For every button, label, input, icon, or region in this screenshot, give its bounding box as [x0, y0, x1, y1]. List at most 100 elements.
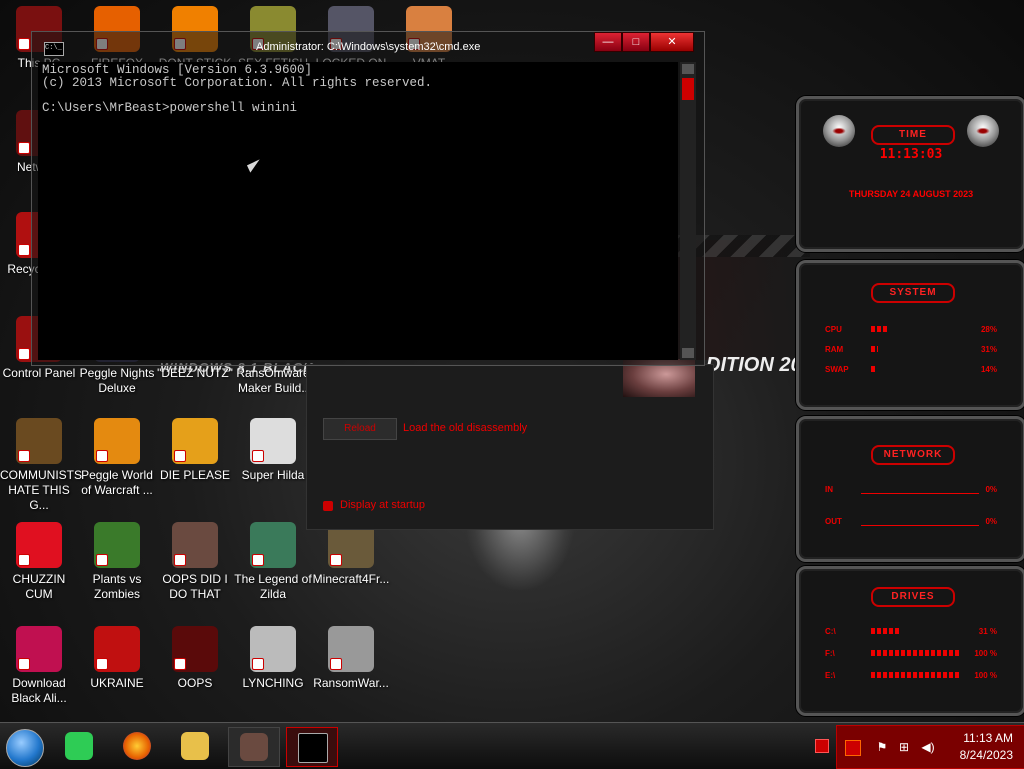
shortcut-arrow-icon [18, 244, 30, 256]
reload-button[interactable]: Reload [323, 418, 397, 440]
drives-row-label: F:\ [825, 649, 835, 658]
flag-icon[interactable]: ⚑ [875, 740, 889, 754]
cmd-console[interactable]: Microsoft Windows [Version 6.3.9600] (c) … [38, 62, 678, 360]
network-icon[interactable]: ⊞ [897, 740, 911, 754]
network-row-label: OUT [825, 517, 842, 526]
system-row-label: RAM [825, 345, 844, 354]
minimize-button[interactable]: — [594, 32, 622, 52]
network-row-value: 0% [985, 485, 997, 494]
desktop-icon-ransomware[interactable]: RansomWar... [312, 626, 390, 691]
drives-row-value: 100 % [974, 649, 997, 658]
display-at-startup-checkbox[interactable] [323, 501, 333, 511]
oops-icon [172, 626, 218, 672]
desktop-icon-label: The Legend of Zilda [234, 572, 312, 601]
desktop-icon-super-hilda[interactable]: Super Hilda [234, 418, 312, 483]
show-hidden-icons-icon[interactable] [815, 739, 829, 753]
desktop-icon-peggle-world[interactable]: Peggle World of Warcraft ... [78, 418, 156, 498]
desktop-icon-oops[interactable]: OOPS [156, 626, 234, 691]
desktop-icon-plants-vs-zombies[interactable]: Plants vs Zombies [78, 522, 156, 602]
desktop-icon-label: RansomWar... [313, 676, 389, 690]
console-line: C:\Users\MrBeast>powershell winini [42, 100, 298, 115]
taskbar-file-explorer[interactable] [170, 727, 220, 765]
desktop-icon-legend-of-zilda[interactable]: The Legend of Zilda [234, 522, 312, 602]
terminal-icon: C:\_ [44, 42, 64, 56]
system-row-value: 14% [980, 365, 997, 374]
drives-row-value: 100 % [974, 671, 997, 680]
app-tray-icon[interactable] [845, 740, 861, 756]
close-button[interactable]: ✕ [650, 32, 694, 52]
shortcut-arrow-icon [330, 658, 342, 670]
system-gadget[interactable]: SYSTEM CPU 28% RAM 31% SWAP 14% [796, 260, 1024, 410]
drives-row-value: 31 % [978, 627, 997, 636]
shortcut-arrow-icon [96, 554, 108, 566]
download-black-ali-icon [16, 626, 62, 672]
desktop-icon-label: Download Black Ali... [11, 676, 67, 705]
feedback-icon [65, 732, 93, 760]
desktop-icon-communists[interactable]: COMMUNISTS HATE THIS G... [0, 418, 82, 513]
volume-icon[interactable]: ◀) [921, 740, 935, 754]
taskbar-feedback-hub[interactable] [54, 727, 104, 765]
desktop-icon-download-black-ali[interactable]: Download Black Ali... [0, 626, 78, 706]
drives-row-bar [871, 650, 961, 656]
desktop-icon-lynching[interactable]: LYNCHING [234, 626, 312, 691]
scroll-down-arrow-icon[interactable] [682, 348, 694, 358]
network-row-graph [861, 481, 979, 494]
background-dialog: Reload Load the old disassembly Display … [306, 359, 714, 530]
start-orb-icon[interactable] [6, 729, 44, 767]
shortcut-arrow-icon [330, 554, 342, 566]
desktop-icon-minecraft[interactable]: Minecraft4Fr... [312, 522, 390, 587]
desktop-icon-ukraine[interactable]: UKRAINE [78, 626, 156, 691]
clock-time: 11:13 AM [963, 731, 1013, 745]
taskbar-photo-app[interactable] [228, 727, 280, 767]
die-please-icon [172, 418, 218, 464]
system-row-value: 28% [980, 325, 997, 334]
drives-row-label: C:\ [825, 627, 836, 636]
communists-icon [16, 418, 62, 464]
terminal-icon [298, 733, 328, 763]
scroll-up-arrow-icon[interactable] [682, 64, 694, 74]
desktop-icon-label: COMMUNISTS HATE THIS G... [0, 468, 82, 512]
desktop-icon-die-please[interactable]: DIE PLEASE [156, 418, 234, 483]
system-row-value: 31% [980, 345, 997, 354]
scroll-thumb[interactable] [682, 78, 694, 100]
system-row-bar [871, 346, 878, 352]
desktop-icon-chuzzin-cum[interactable]: CHUZZIN CUM [0, 522, 78, 602]
taskbar-firefox[interactable] [112, 727, 162, 765]
desktop-icon-label: Peggle Nights Deluxe [79, 366, 155, 395]
desktop-icon-label: UKRAINE [90, 676, 144, 690]
desktop-icon-label: RansOmware Maker Build.. [236, 366, 310, 395]
shortcut-arrow-icon [18, 38, 30, 50]
drives-row-label: E:\ [825, 671, 836, 680]
desktop-icon-label: CHUZZIN CUM [12, 572, 66, 601]
system-gadget-header: SYSTEM [871, 283, 955, 303]
shortcut-arrow-icon [174, 450, 186, 462]
desktop-icon-label: Super Hilda [241, 468, 305, 482]
drives-gadget[interactable]: DRIVES C:\ 31 % F:\ 100 % E:\ 100 % [796, 566, 1024, 716]
time-gadget[interactable]: TIME 11:13:03 THURSDAY 24 AUGUST 2023 [796, 96, 1024, 252]
desktop-icon-oops-did-i[interactable]: OOPS DID I DO THAT [156, 522, 234, 602]
ransomware-icon [328, 626, 374, 672]
taskbar-clock[interactable]: 11:13 AM 8/24/2023 [960, 730, 1013, 764]
cmd-window[interactable]: C:\_ Administrator: C:\Windows\system32\… [31, 31, 705, 366]
ukraine-icon [94, 626, 140, 672]
load-old-disassembly-link[interactable]: Load the old disassembly [403, 422, 527, 434]
shortcut-arrow-icon [96, 450, 108, 462]
folder-icon [181, 732, 209, 760]
taskbar: ⚑ ⊞ ◀) 11:13 AM 8/24/2023 [0, 722, 1024, 769]
cmd-scrollbar[interactable] [680, 62, 696, 360]
shortcut-arrow-icon [252, 554, 264, 566]
peggle-world-icon [94, 418, 140, 464]
plants-vs-zombies-icon [94, 522, 140, 568]
console-line: Microsoft Windows [Version 6.3.9600] [42, 63, 313, 77]
gadget-clock-date: THURSDAY 24 AUGUST 2023 [848, 189, 974, 199]
taskbar-cmd[interactable] [286, 727, 338, 767]
desktop-icon-label: "DEEZ NUTZ" [157, 366, 233, 380]
cmd-title-bar[interactable]: C:\_ Administrator: C:\Windows\system32\… [32, 32, 704, 60]
wallpaper-edition-text: DITION 20 [706, 354, 802, 376]
maximize-button[interactable]: □ [622, 32, 650, 52]
super-hilda-icon [250, 418, 296, 464]
system-row-bar [871, 326, 887, 332]
desktop-icon-label: DIE PLEASE [159, 468, 231, 482]
network-gadget[interactable]: NETWORK IN 0% OUT 0% [796, 416, 1024, 562]
cmd-title: Administrator: C:\Windows\system32\cmd.e… [256, 41, 481, 53]
